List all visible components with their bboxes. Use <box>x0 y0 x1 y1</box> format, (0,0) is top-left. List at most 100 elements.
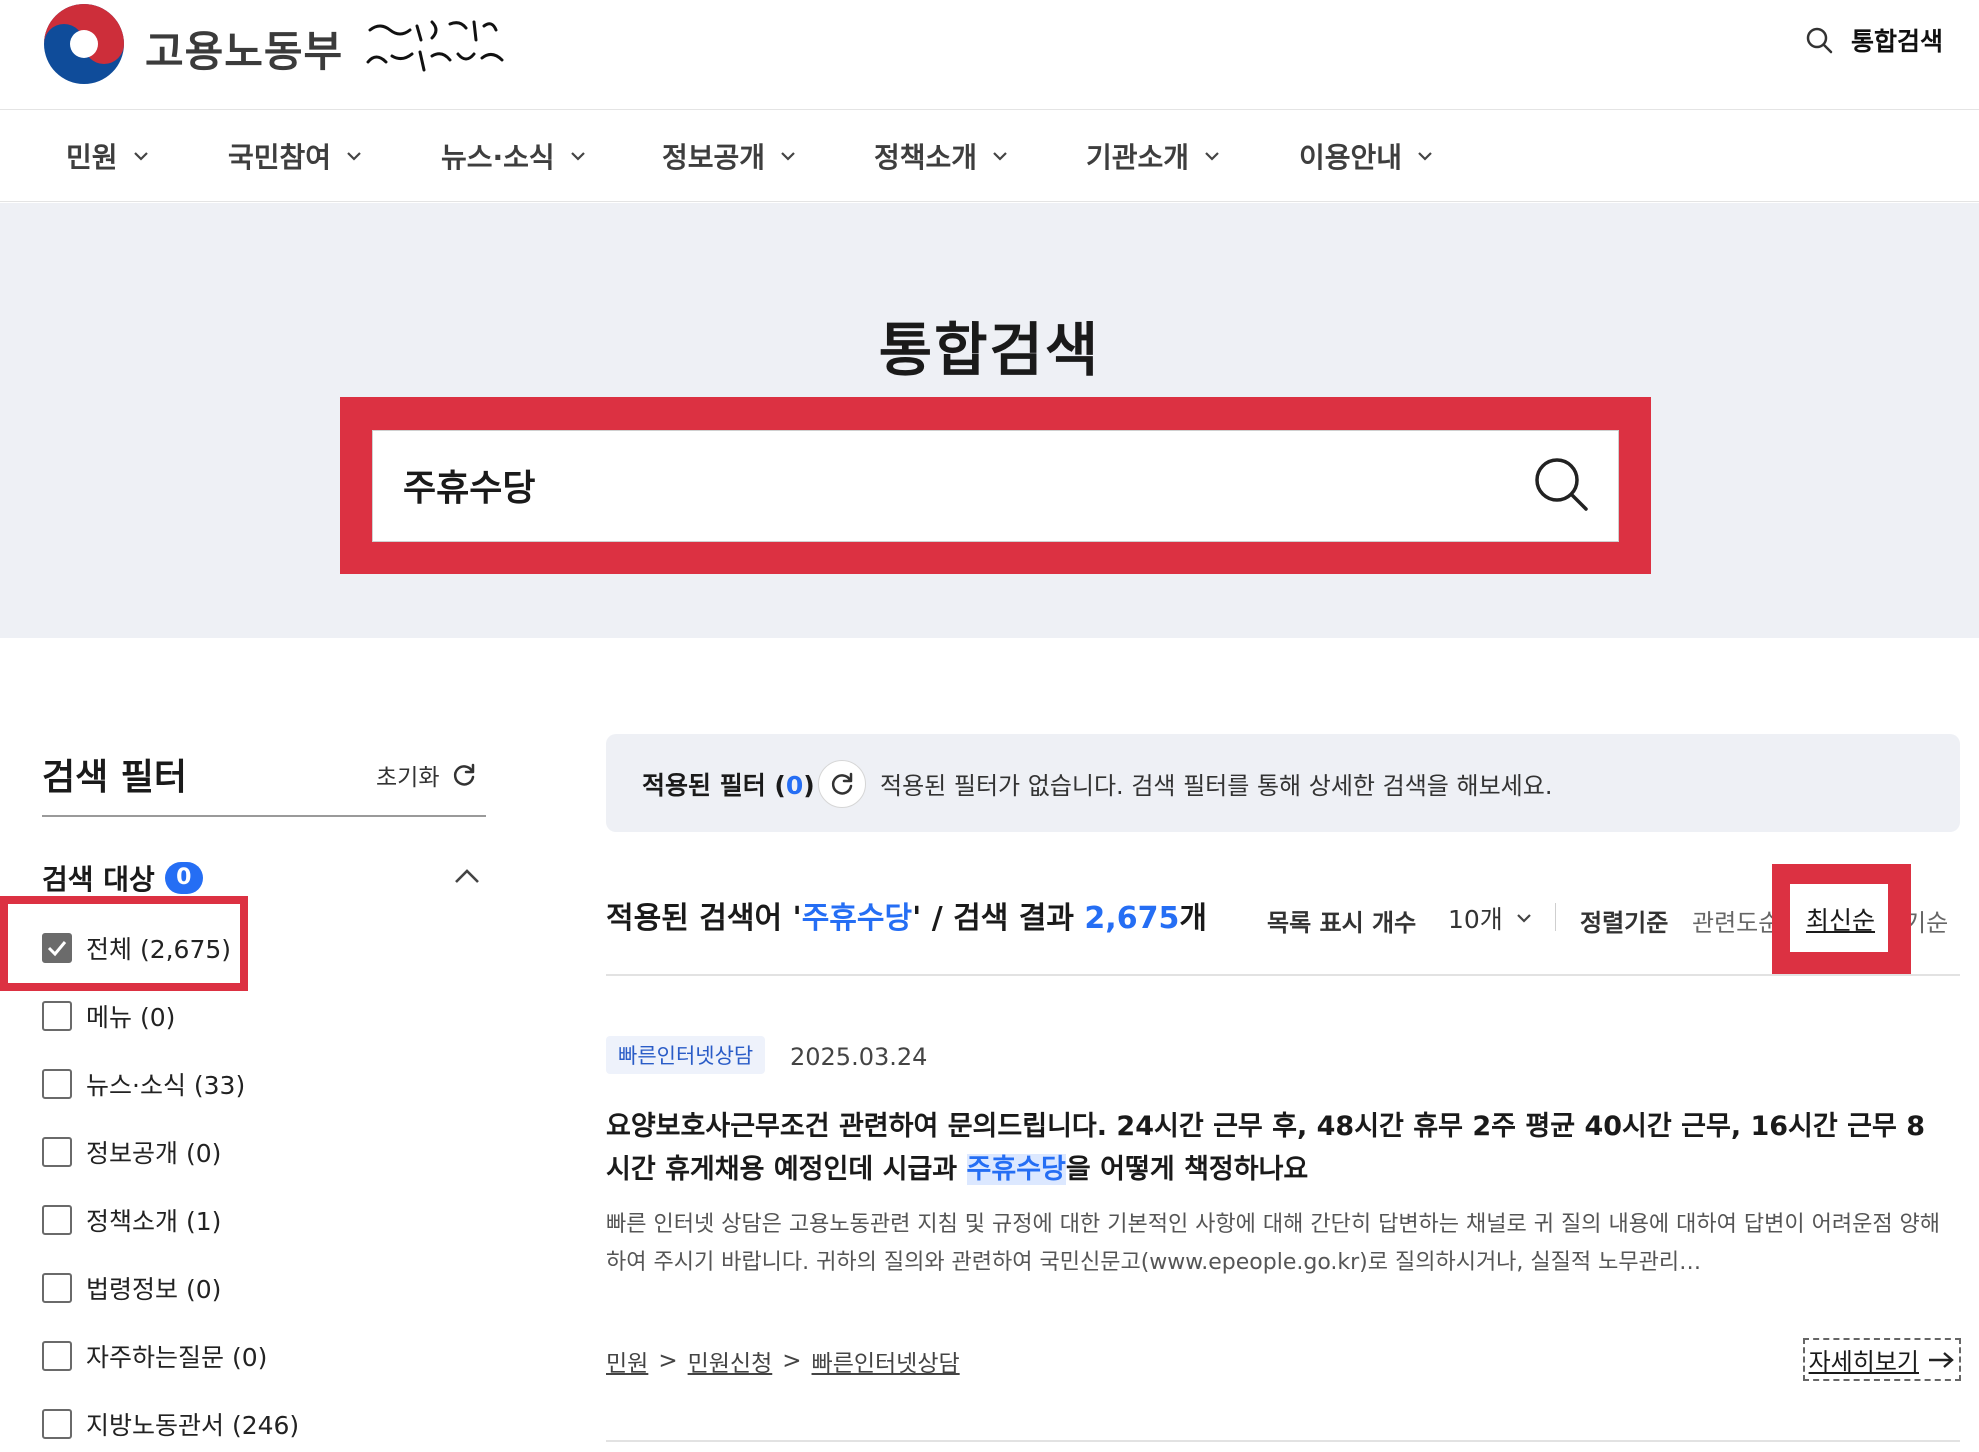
filter-option-label: 정보공개 (0) <box>86 1139 222 1168</box>
chevron-down-icon <box>1418 152 1432 161</box>
chevron-down-icon <box>1517 914 1531 923</box>
filter-option-news[interactable]: 뉴스·소식 (33) <box>42 1066 245 1102</box>
applied-filter-label: 적용된 필터 (0) <box>642 766 815 802</box>
search-input[interactable]: 주휴수당 <box>372 430 1619 542</box>
breadcrumb-separator: > <box>782 1348 802 1374</box>
list-count-label: 목록 표시 개수 <box>1267 909 1417 937</box>
result-summary: 적용된 검색어 '주휴수당' / 검색 결과 2,675개 <box>606 893 1207 937</box>
checkbox-checked-icon[interactable] <box>42 933 72 963</box>
detail-link[interactable]: 자세히보기 <box>1802 1338 1961 1381</box>
filter-option-law[interactable]: 법령정보 (0) <box>42 1270 221 1306</box>
result-date: 2025.03.24 <box>790 1043 928 1071</box>
filter-option-label: 정책소개 (1) <box>86 1207 222 1236</box>
filter-option-faq[interactable]: 자주하는질문 (0) <box>42 1338 267 1374</box>
result-divider <box>606 1440 1960 1442</box>
filter-option-label: 메뉴 (0) <box>86 1003 176 1032</box>
list-count-value: 10개 <box>1448 905 1503 934</box>
checkbox[interactable] <box>42 1137 72 1167</box>
breadcrumb-item[interactable]: 민원신청 <box>688 1344 773 1378</box>
filter-title: 검색 필터 <box>42 757 188 798</box>
filter-option-label: 법령정보 (0) <box>86 1275 222 1304</box>
chevron-up-icon[interactable] <box>450 864 484 890</box>
header-search-link[interactable]: 통합검색 <box>1805 22 1943 58</box>
filter-option-all[interactable]: 전체 (2,675) <box>42 930 231 966</box>
chevron-down-icon <box>570 152 585 161</box>
breadcrumb-separator: > <box>658 1348 678 1374</box>
slogan-calligraphy <box>366 20 504 72</box>
search-target-heading: 검색 대상 0 <box>42 858 203 898</box>
site-header: 고용노동부 통합검색 <box>0 0 1979 110</box>
nav-item-info-disclosure[interactable]: 정보공개 <box>662 136 797 176</box>
result-category-tag: 빠른인터넷상담 <box>606 1036 766 1074</box>
nav-item-guide[interactable]: 이용안내 <box>1299 136 1434 176</box>
page-title: 통합검색 <box>878 316 1101 384</box>
nav-label: 기관소개 <box>1086 141 1190 174</box>
search-icon <box>1806 27 1833 54</box>
filter-option-policy[interactable]: 정책소개 (1) <box>42 1202 221 1238</box>
summary-suffix: 개 <box>1179 901 1207 936</box>
nav-item-participation[interactable]: 국민참여 <box>228 136 363 176</box>
nav-item-news[interactable]: 뉴스·소식 <box>441 136 587 176</box>
checkbox[interactable] <box>42 1273 72 1303</box>
filter-option-menu[interactable]: 메뉴 (0) <box>42 998 175 1034</box>
filter-option-label: 전체 (2,675) <box>86 935 232 964</box>
summary-count: 2,675 <box>1084 901 1180 936</box>
filter-option-label: 뉴스·소식 (33) <box>86 1071 246 1100</box>
refresh-icon <box>831 772 853 795</box>
nav-item-minwon[interactable]: 민원 <box>66 136 150 176</box>
chevron-down-icon <box>993 152 1007 161</box>
breadcrumb-item[interactable]: 민원 <box>606 1344 648 1378</box>
nav-label: 정책소개 <box>874 141 978 174</box>
applied-filter-panel: 적용된 필터 (0) 적용된 필터가 없습니다. 검색 필터를 통해 상세한 검… <box>606 734 1960 832</box>
detail-link-label: 자세히보기 <box>1808 1348 1919 1376</box>
result-description: 빠른 인터넷 상담은 고용노동관련 지침 및 규정에 대한 기본적인 사항에 대… <box>606 1212 1941 1275</box>
nav-label: 민원 <box>66 141 118 174</box>
checkbox[interactable] <box>42 1205 72 1235</box>
checkbox[interactable] <box>42 1001 72 1031</box>
applied-filter-reset-button[interactable] <box>818 760 866 808</box>
result-title-keyword: 주휴수당 <box>966 1154 1066 1185</box>
reset-label: 초기화 <box>376 765 440 791</box>
applied-filter-count: 0 <box>785 771 804 800</box>
result-title-link[interactable]: 요양보호사근무조건 관련하여 문의드립니다. 24시간 근무 후, 48시간 휴… <box>606 1105 1946 1191</box>
summary-prefix: 적용된 검색어 ' <box>606 901 802 936</box>
sort-option-latest[interactable]: 최신순 <box>1806 901 1875 937</box>
applied-filter-message: 적용된 필터가 없습니다. 검색 필터를 통해 상세한 검색을 해보세요. <box>880 772 1553 800</box>
refresh-icon <box>454 763 475 786</box>
result-title-text-end: 을 어떻게 책정하나요 <box>1065 1154 1309 1185</box>
breadcrumb-item[interactable]: 빠른인터넷상담 <box>812 1344 960 1378</box>
toolbar-divider <box>1555 903 1556 931</box>
arrow-right-icon <box>1929 1351 1954 1368</box>
summary-divider <box>606 974 1960 976</box>
target-heading-label: 검색 대상 <box>42 863 155 896</box>
filter-reset-button[interactable]: 초기화 <box>376 758 477 792</box>
filter-divider <box>42 815 486 817</box>
main-nav: 민원 국민참여 뉴스·소식 정보공개 정책소개 기관소개 이용안내 <box>0 110 1979 202</box>
target-count-badge: 0 <box>164 862 203 894</box>
filter-option-local-offices[interactable]: 지방노동관서 (246) <box>42 1406 299 1442</box>
applied-label-suffix: ) <box>803 771 815 800</box>
filter-option-label: 지방노동관서 (246) <box>86 1411 300 1440</box>
org-name[interactable]: 고용노동부 <box>145 18 343 79</box>
search-button-icon[interactable] <box>1530 453 1594 517</box>
chevron-down-icon <box>781 152 795 161</box>
nav-label: 정보공개 <box>662 141 766 174</box>
search-input-value: 주휴수당 <box>403 468 536 509</box>
nav-label: 이용안내 <box>1299 141 1403 174</box>
search-hero: 통합검색 주휴수당 <box>0 203 1979 638</box>
government-emblem-icon[interactable] <box>40 0 128 88</box>
nav-item-policy[interactable]: 정책소개 <box>874 136 1009 176</box>
checkbox[interactable] <box>42 1409 72 1439</box>
chevron-down-icon <box>1205 152 1219 161</box>
sort-option-relevance[interactable]: 관련도순 <box>1692 903 1780 938</box>
checkbox[interactable] <box>42 1069 72 1099</box>
chevron-down-icon <box>133 152 148 161</box>
nav-item-organization[interactable]: 기관소개 <box>1086 136 1221 176</box>
checkbox[interactable] <box>42 1341 72 1371</box>
filter-option-info-disclosure[interactable]: 정보공개 (0) <box>42 1134 221 1170</box>
filter-option-label: 자주하는질문 (0) <box>86 1343 268 1372</box>
result-breadcrumb: 민원 > 민원신청 > 빠른인터넷상담 <box>606 1344 960 1378</box>
list-count-select[interactable]: 10개 <box>1448 900 1533 936</box>
summary-keyword: 주휴수당 <box>801 901 913 936</box>
sort-label: 정렬기준 <box>1580 909 1669 937</box>
